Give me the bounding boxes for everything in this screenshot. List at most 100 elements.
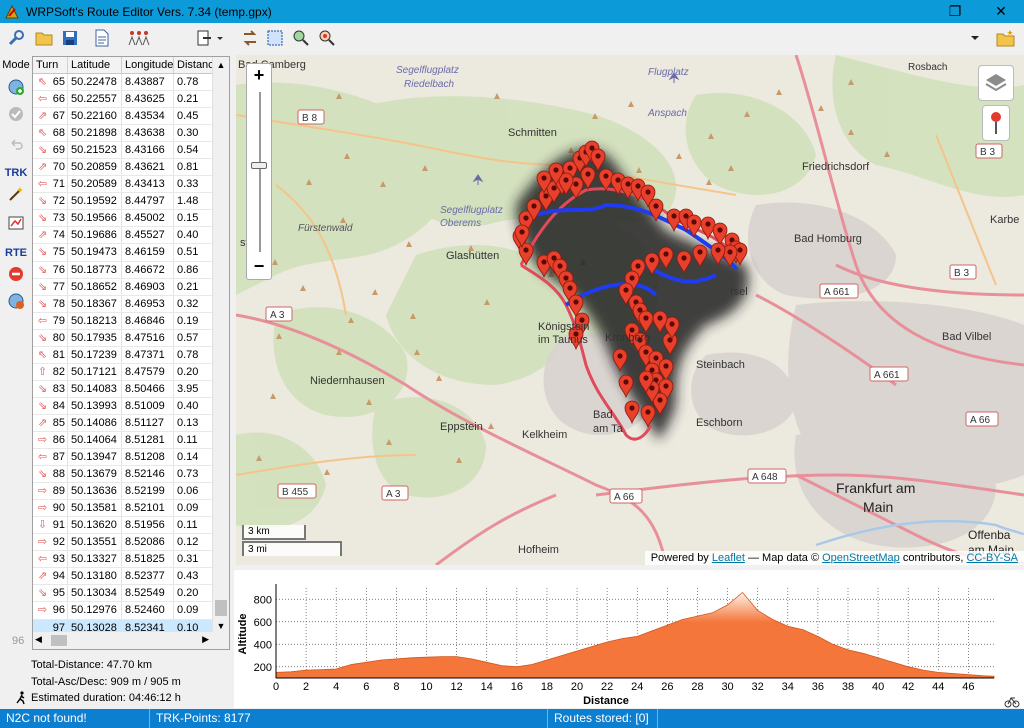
zoom-in-button[interactable]: +: [247, 64, 271, 88]
turn-table[interactable]: Turn Latitude Longitude Distanc ⇖ 65 50.22…: [32, 56, 230, 650]
table-row[interactable]: ⇦ 66 50.22557 8.43625 0.21: [33, 91, 229, 109]
table-row[interactable]: ⇘ 80 50.17935 8.47516 0.57: [33, 329, 229, 347]
table-row[interactable]: ⇘ 75 50.19473 8.46159 0.51: [33, 244, 229, 262]
table-row[interactable]: ⇗ 70 50.20859 8.43621 0.81: [33, 159, 229, 177]
layers-button[interactable]: [978, 65, 1014, 101]
close-button[interactable]: ✕: [978, 0, 1024, 23]
delete-circle-icon[interactable]: [7, 265, 25, 283]
turn-number: 71: [52, 178, 65, 191]
table-row[interactable]: ⇘ 72 50.19592 8.44797 1.48: [33, 193, 229, 211]
table-row[interactable]: ⇨ 89 50.13636 8.52199 0.06: [33, 483, 229, 501]
table-row[interactable]: ⇨ 90 50.13581 8.52101 0.09: [33, 500, 229, 518]
hscroll-thumb[interactable]: [51, 635, 67, 646]
marker-button[interactable]: [982, 105, 1010, 141]
latitude-cell: 50.12976: [68, 602, 122, 619]
latitude-cell: 50.17239: [68, 346, 122, 363]
save-icon[interactable]: [60, 28, 80, 48]
table-row[interactable]: ⇧ 82 50.17121 8.47579 0.20: [33, 363, 229, 381]
table-row[interactable]: ⇖ 81 50.17239 8.47371 0.78: [33, 346, 229, 364]
header-longitude[interactable]: Longitude: [122, 57, 174, 73]
horizontal-scrollbar[interactable]: ◀ ▶: [33, 632, 229, 649]
globe-add-icon[interactable]: [7, 78, 25, 96]
route-arrows-icon[interactable]: [240, 28, 260, 48]
zoom-control[interactable]: + −: [246, 63, 272, 280]
scroll-left-icon[interactable]: ◀: [35, 634, 42, 645]
vertical-scrollbar[interactable]: ▲ ▼: [212, 57, 229, 634]
table-row[interactable]: ⇘ 83 50.14083 8.50466 3.95: [33, 380, 229, 398]
table-row[interactable]: ⇦ 87 50.13947 8.51208 0.14: [33, 449, 229, 467]
zoom-map-icon[interactable]: [291, 28, 311, 48]
longitude-cell: 8.51281: [122, 431, 174, 449]
zoom-route-icon[interactable]: [317, 28, 337, 48]
magic-wand-icon[interactable]: [7, 185, 25, 203]
chevron-down-icon[interactable]: [966, 28, 984, 48]
map-place-label: Karbe: [990, 214, 1019, 226]
latitude-cell: 50.22557: [68, 91, 122, 108]
turn-number: 95: [52, 587, 65, 600]
undo-icon[interactable]: [7, 135, 25, 153]
road-shield: B 8: [297, 109, 325, 125]
map-place-label: Anspach: [647, 108, 687, 119]
elevation-profile[interactable]: 200 400 600 800 0 2 4 6 8 10 12 14 16 18 20 22 24 26 28 30 3…: [234, 570, 1024, 708]
distance-cell: 0.45: [174, 108, 213, 125]
table-row[interactable]: ⇩ 91 50.13620 8.51956 0.11: [33, 517, 229, 535]
table-row[interactable]: ⇘ 76 50.18773 8.46672 0.86: [33, 261, 229, 279]
map-canvas[interactable]: Bad CambergSegelflugplatzRiedelbachFlugp…: [236, 55, 1024, 565]
table-row[interactable]: ⇗ 74 50.19686 8.45527 0.40: [33, 227, 229, 245]
folder-star-icon[interactable]: [996, 28, 1016, 48]
license-link[interactable]: CC-BY-SA: [966, 552, 1018, 564]
table-row[interactable]: ⇘ 84 50.13993 8.51009 0.40: [33, 397, 229, 415]
header-distance[interactable]: Distanc: [174, 57, 213, 73]
zoom-slider-handle[interactable]: [251, 162, 267, 169]
scroll-right-icon[interactable]: ▶: [202, 634, 209, 645]
distance-cell: 1.48: [174, 193, 213, 210]
table-row[interactable]: ⇗ 67 50.22160 8.43534 0.45: [33, 108, 229, 126]
table-row[interactable]: ⇘ 88 50.13679 8.52146 0.73: [33, 466, 229, 484]
x-tick-label: 2: [303, 681, 309, 693]
table-row[interactable]: ⇖ 65 50.22478 8.43887 0.78: [33, 74, 229, 92]
table-row[interactable]: ⇦ 79 50.18213 8.46846 0.19: [33, 312, 229, 330]
restore-button[interactable]: ❐: [932, 0, 978, 23]
turn-cell: ⇘ 78: [33, 295, 68, 312]
table-row[interactable]: ⇘ 73 50.19566 8.45002 0.15: [33, 210, 229, 228]
table-row[interactable]: ⇗ 85 50.14086 8.51127 0.13: [33, 414, 229, 432]
table-row[interactable]: ⇘ 77 50.18652 8.46903 0.21: [33, 278, 229, 296]
header-latitude[interactable]: Latitude: [68, 57, 122, 73]
osm-link[interactable]: OpenStreetMap: [822, 552, 900, 564]
check-circle-icon[interactable]: [7, 105, 25, 123]
road-shield: A 661: [869, 366, 909, 382]
latitude-cell: 50.13581: [68, 500, 122, 517]
elevation-chart[interactable]: 2004006008000 2 4 6 8 10 12 14 16 18 20 22 24 26 28 30 3…: [234, 570, 1024, 708]
export-dropdown-icon[interactable]: [195, 28, 225, 48]
open-folder-icon[interactable]: [34, 28, 54, 48]
table-row[interactable]: ⇘ 78 50.18367 8.46953 0.32: [33, 295, 229, 313]
distance-cell: 0.57: [174, 329, 213, 346]
table-row[interactable]: ⇦ 93 50.13327 8.51825 0.31: [33, 551, 229, 569]
document-icon[interactable]: [92, 28, 112, 48]
globe-route-icon[interactable]: [7, 292, 25, 310]
table-row[interactable]: ⇘ 69 50.21523 8.43166 0.54: [33, 142, 229, 160]
table-row[interactable]: ⇦ 71 50.20589 8.43413 0.33: [33, 176, 229, 194]
leaflet-link[interactable]: Leaflet: [712, 552, 745, 564]
table-row[interactable]: ⇖ 68 50.21898 8.43638 0.30: [33, 125, 229, 143]
table-row[interactable]: ⇨ 96 50.12976 8.52460 0.09: [33, 602, 229, 620]
distance-cell: 0.78: [174, 74, 213, 91]
table-row[interactable]: ⇨ 92 50.13551 8.52086 0.12: [33, 534, 229, 552]
zoom-out-button[interactable]: −: [247, 255, 271, 279]
header-turn[interactable]: Turn: [33, 57, 68, 73]
select-area-icon[interactable]: [265, 28, 285, 48]
table-row[interactable]: ⇨ 86 50.14064 8.51281 0.11: [33, 431, 229, 450]
longitude-cell: 8.51825: [122, 551, 174, 568]
svg-text:A 661: A 661: [824, 287, 850, 298]
scroll-thumb[interactable]: [215, 600, 227, 616]
wrench-icon[interactable]: [6, 28, 26, 48]
route-people-icon[interactable]: [126, 28, 152, 48]
table-row[interactable]: ⇘ 95 50.13034 8.52549 0.20: [33, 585, 229, 603]
table-row[interactable]: ⇗ 94 50.13180 8.52377 0.43: [33, 568, 229, 586]
svg-text:A 3: A 3: [386, 489, 401, 500]
track-edit-icon[interactable]: [7, 213, 25, 231]
map-view[interactable]: Bad CambergSegelflugplatzRiedelbachFlugp…: [236, 55, 1024, 565]
scroll-up-icon[interactable]: ▲: [213, 57, 229, 73]
svg-text:B 8: B 8: [302, 113, 317, 124]
turn-number: 79: [52, 314, 65, 327]
